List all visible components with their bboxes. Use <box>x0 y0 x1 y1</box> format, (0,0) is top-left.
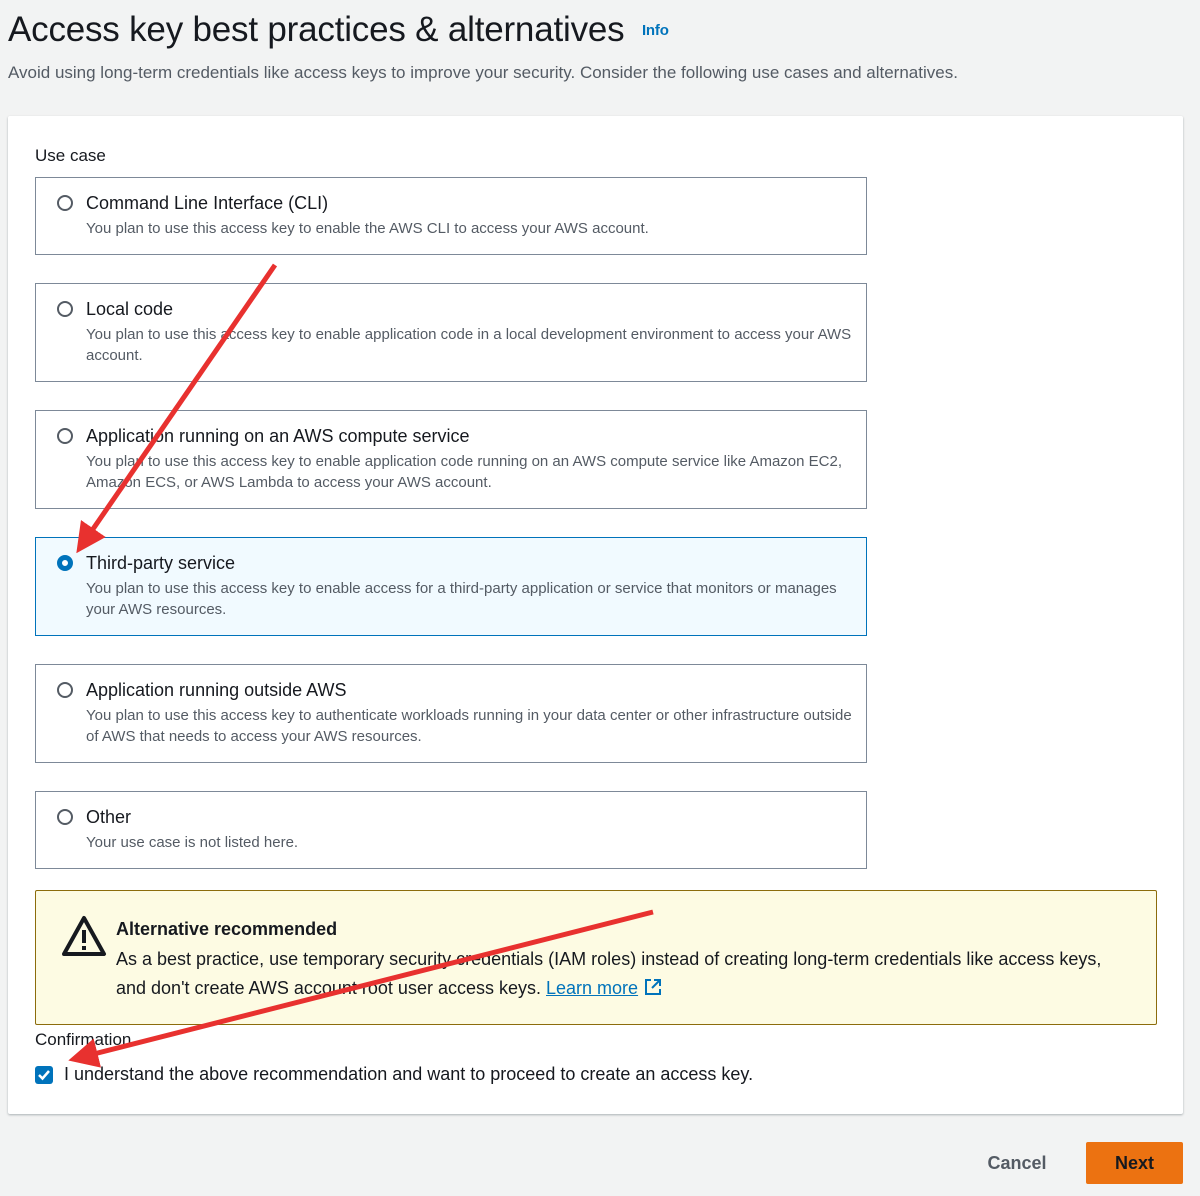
use-case-option-other[interactable]: Other Your use case is not listed here. <box>35 791 867 869</box>
cancel-button[interactable]: Cancel <box>968 1144 1066 1182</box>
radio-button[interactable] <box>57 809 73 825</box>
option-title: Application running on an AWS compute se… <box>86 426 470 446</box>
confirmation-text: I understand the above recommendation an… <box>64 1064 754 1084</box>
page-subtitle: Avoid using long-term credentials like a… <box>8 63 958 82</box>
info-link[interactable]: Info <box>642 22 669 39</box>
alert-body: As a best practice, use temporary securi… <box>116 945 1126 1003</box>
option-title: Other <box>86 807 132 827</box>
warning-icon <box>62 916 106 956</box>
page-title: Access key best practices & alternatives… <box>8 10 669 50</box>
option-title: Third-party service <box>86 553 236 573</box>
page-title-text: Access key best practices & alternatives <box>8 10 625 49</box>
option-description: You plan to use this access key to enabl… <box>86 326 852 364</box>
option-description: You plan to use this access key to authe… <box>86 707 852 745</box>
option-description: You plan to use this access key to enabl… <box>86 453 843 491</box>
learn-more-link[interactable]: Learn more <box>546 978 638 998</box>
option-title: Local code <box>86 299 174 319</box>
use-case-label: Use case <box>35 146 106 165</box>
next-button[interactable]: Next <box>1086 1142 1183 1184</box>
radio-button-selected[interactable] <box>57 555 73 571</box>
radio-button[interactable] <box>57 682 73 698</box>
use-case-option-local-code[interactable]: Local code You plan to use this access k… <box>35 283 867 382</box>
option-description: You plan to use this access key to enabl… <box>86 580 837 618</box>
radio-button[interactable] <box>57 428 73 444</box>
confirmation-checkbox[interactable] <box>35 1066 53 1084</box>
option-description: Your use case is not listed here. <box>86 834 299 851</box>
confirmation-label: Confirmation <box>35 1030 132 1049</box>
use-case-option-third-party[interactable]: Third-party service You plan to use this… <box>35 537 867 636</box>
radio-button[interactable] <box>57 195 73 211</box>
alert-title: Alternative recommended <box>116 919 338 939</box>
checkmark-icon <box>38 1070 50 1081</box>
use-case-option-cli[interactable]: Command Line Interface (CLI) You plan to… <box>35 177 867 255</box>
radio-button[interactable] <box>57 301 73 317</box>
alternative-recommended-alert: Alternative recommended As a best practi… <box>35 890 1157 1025</box>
option-title: Application running outside AWS <box>86 680 347 700</box>
option-description: You plan to use this access key to enabl… <box>86 220 649 237</box>
use-case-option-outside-aws[interactable]: Application running outside AWS You plan… <box>35 664 867 763</box>
use-case-option-aws-compute[interactable]: Application running on an AWS compute se… <box>35 410 867 509</box>
option-title: Command Line Interface (CLI) <box>86 193 329 213</box>
external-link-icon[interactable] <box>644 978 662 996</box>
